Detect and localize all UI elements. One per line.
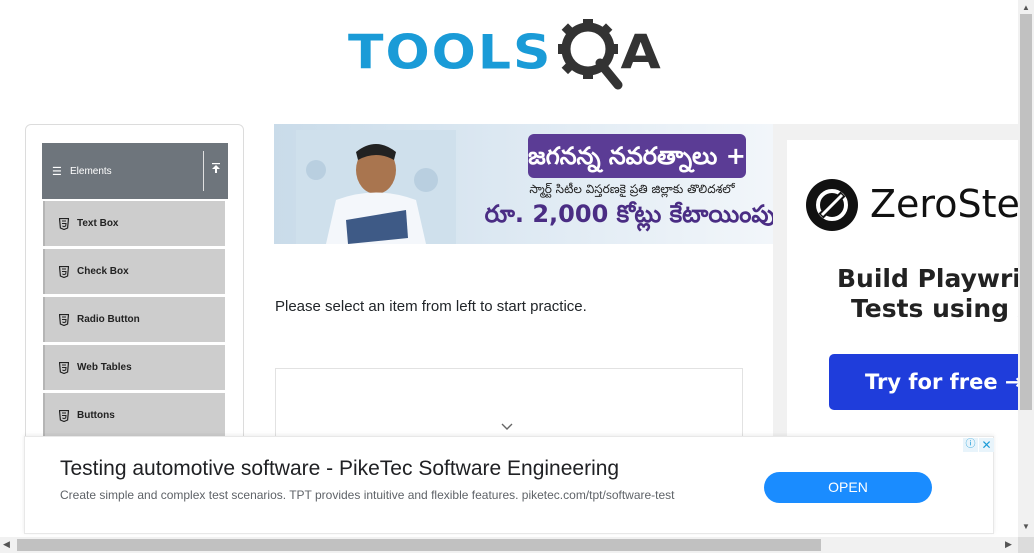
menu-icon: ☰ (52, 165, 62, 178)
person-reading-image (296, 130, 456, 244)
group-label: Elements (70, 165, 112, 177)
sidebar-item-label: Radio Button (77, 314, 140, 325)
horizontal-scroll-thumb[interactable] (17, 539, 821, 551)
sidebar-item-label: Buttons (77, 410, 115, 421)
vertical-scroll-thumb[interactable] (1020, 14, 1032, 410)
banner-subline: స్మార్ట్ సిటీల విస్తరణకై ప్రతి జిల్లాకు … (529, 182, 735, 196)
bottom-ad-title[interactable]: Testing automotive software - PikeTec So… (60, 457, 619, 481)
zerostep-tagline-1: Build Playwright (837, 264, 1018, 293)
collapse-arrow-icon[interactable] (208, 163, 224, 179)
adchoices-icon[interactable]: ⓘ (963, 438, 978, 452)
zerostep-brand: ZeroStep (870, 182, 1018, 226)
sidebar-item-check-box[interactable]: Check Box (43, 249, 225, 294)
banner-headline: జగనన్న నవరత్నాలు + (528, 134, 746, 178)
toolsqa-logo[interactable]: TOOLS A (348, 14, 661, 92)
sidebar-item-buttons[interactable]: Buttons (43, 393, 225, 438)
sidebar-item-label: Check Box (77, 266, 129, 277)
scroll-down-icon[interactable]: ▼ (1022, 522, 1030, 531)
zerostep-ad[interactable]: ZeroStep Build Playwright Tests using AI… (773, 124, 1018, 436)
sidebar-item-text-box[interactable]: Text Box (43, 201, 225, 246)
vertical-scrollbar[interactable]: ▲ ▼ (1018, 0, 1034, 537)
scroll-up-icon[interactable]: ▲ (1022, 3, 1030, 12)
zerostep-tagline-2: Tests using AI (851, 294, 1018, 323)
logo-a-text: A (620, 26, 661, 80)
horizontal-scrollbar[interactable]: ◀ ▶ (0, 537, 1018, 553)
elements-group-header[interactable]: ☰ Elements (42, 143, 228, 199)
bottom-ad[interactable]: Testing automotive software - PikeTec So… (24, 436, 994, 534)
close-icon[interactable]: ✕ (979, 438, 994, 452)
practice-instruction: Please select an item from left to start… (275, 298, 587, 315)
sidebar-item-web-tables[interactable]: Web Tables (43, 345, 225, 390)
html5-icon (59, 265, 69, 278)
header-divider (203, 151, 204, 191)
scroll-right-icon[interactable]: ▶ (1005, 539, 1012, 550)
gear-magnifier-icon (558, 19, 623, 90)
html5-icon (59, 361, 69, 374)
banner-amount: రూ. 2,000 కోట్లు కేటాయింపు (484, 200, 773, 228)
html5-icon (59, 409, 69, 422)
scrollbar-corner (1018, 537, 1034, 553)
banner-ad[interactable]: జగనన్న నవరత్నాలు + స్మార్ట్ సిటీల విస్తర… (274, 124, 773, 244)
sidebar-item-radio-button[interactable]: Radio Button (43, 297, 225, 342)
bottom-ad-description: Create simple and complex test scenarios… (60, 488, 675, 502)
open-button[interactable]: OPEN (764, 472, 932, 503)
sidebar: ☰ Elements Text Box Check Box Radio Butt… (25, 124, 244, 454)
logo-tools-text: TOOLS (348, 26, 553, 80)
scroll-left-icon[interactable]: ◀ (3, 539, 10, 550)
zerostep-logo-icon (806, 179, 858, 231)
sidebar-item-label: Text Box (77, 218, 119, 229)
page: TOOLS A ☰ Elements Text Box Check Box Ra… (0, 0, 1034, 553)
sidebar-items: Text Box Check Box Radio Button Web Tabl… (43, 201, 225, 441)
html5-icon (59, 313, 69, 326)
try-for-free-button[interactable]: Try for free → (829, 354, 1018, 410)
html5-icon (59, 217, 69, 230)
sidebar-item-label: Web Tables (77, 362, 132, 373)
chevron-down-icon[interactable] (500, 420, 514, 434)
